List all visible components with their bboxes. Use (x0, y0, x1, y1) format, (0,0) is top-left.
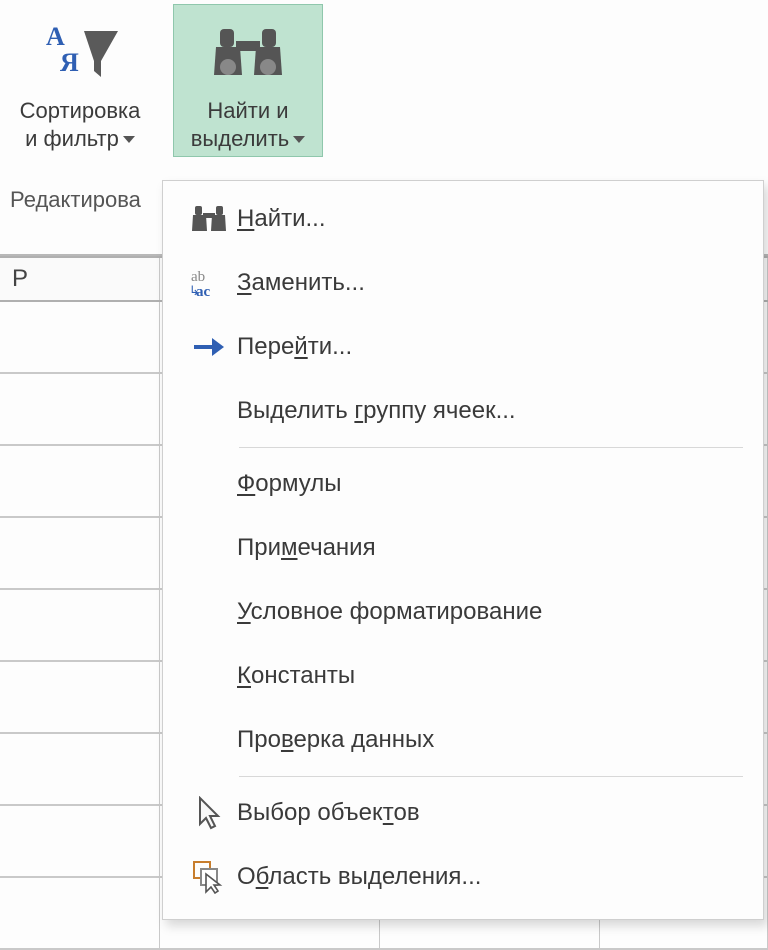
menu-item[interactable]: Выбор объектов (163, 781, 763, 845)
menu-item[interactable]: Выделить группу ячеек... (163, 379, 763, 443)
menu-item-label: Примечания (237, 534, 745, 562)
sort-filter-button[interactable]: А Я Сортировка и фильтр (5, 4, 155, 157)
ribbon-group-editing: А Я Сортировка и фильтр (0, 0, 160, 180)
ribbon-group-find: Найти и выделить (160, 0, 336, 180)
menu-item[interactable]: Проверка данных (163, 708, 763, 772)
svg-text:Я: Я (60, 48, 79, 77)
chevron-down-icon (293, 136, 305, 143)
menu-item[interactable]: abac↳Заменить... (163, 251, 763, 315)
arrow-right-icon (181, 335, 237, 359)
binoculars-icon (212, 13, 284, 93)
menu-item-label: Заменить... (237, 269, 745, 297)
svg-text:↳: ↳ (191, 283, 200, 298)
svg-text:А: А (46, 22, 65, 51)
chevron-down-icon (123, 136, 135, 143)
menu-item[interactable]: Перейти... (163, 315, 763, 379)
menu-item-label: Формулы (237, 470, 745, 498)
menu-item-label: Область выделения... (237, 863, 745, 891)
cursor-icon (181, 796, 237, 830)
menu-separator (239, 776, 743, 777)
menu-item[interactable]: Формулы (163, 452, 763, 516)
menu-item[interactable]: Примечания (163, 516, 763, 580)
replace-icon: abac↳ (181, 268, 237, 298)
menu-item-label: Проверка данных (237, 726, 745, 754)
menu-item-label: Выделить группу ячеек... (237, 397, 745, 425)
find-select-menu: Найти... abac↳Заменить... Перейти... Выдели… (162, 180, 764, 920)
menu-item-label: Выбор объектов (237, 799, 745, 827)
sort-filter-icon: А Я (40, 13, 120, 93)
menu-item-label: Найти... (237, 205, 745, 233)
sort-filter-label: Сортировка и фильтр (20, 97, 141, 152)
menu-item[interactable]: Константы (163, 644, 763, 708)
menu-item-label: Перейти... (237, 333, 745, 361)
ribbon: А Я Сортировка и фильтр (0, 0, 768, 180)
selection-pane-icon (181, 860, 237, 894)
menu-item-label: Условное форматирование (237, 598, 745, 626)
binoculars-icon (181, 204, 237, 234)
find-select-label: Найти и выделить (191, 97, 306, 152)
menu-item[interactable]: Найти... (163, 187, 763, 251)
column-header-P[interactable]: P (0, 258, 160, 300)
menu-separator (239, 447, 743, 448)
menu-item[interactable]: Условное форматирование (163, 580, 763, 644)
menu-item[interactable]: Область выделения... (163, 845, 763, 909)
find-select-button[interactable]: Найти и выделить (173, 4, 323, 157)
menu-item-label: Константы (237, 662, 745, 690)
